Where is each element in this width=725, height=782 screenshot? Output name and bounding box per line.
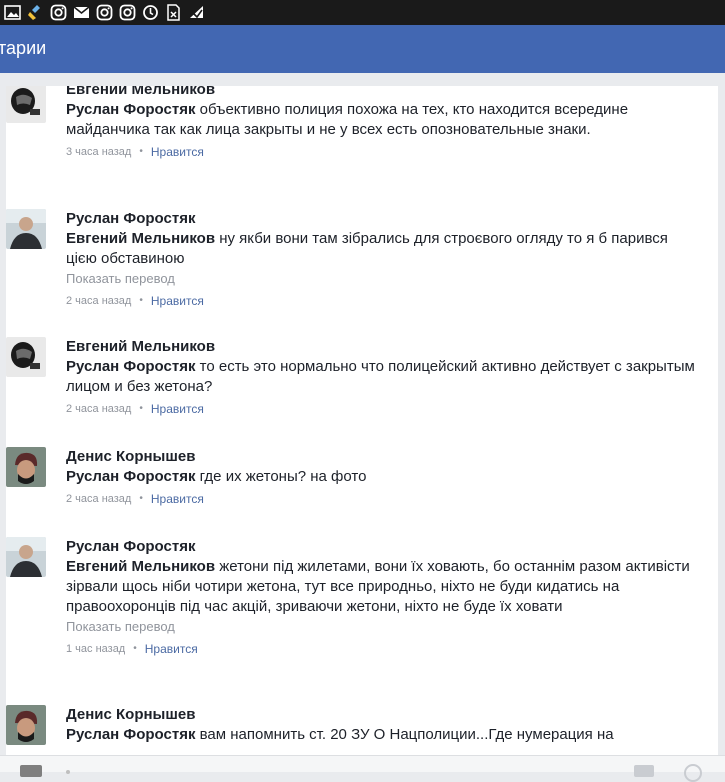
- avatar[interactable]: [6, 337, 46, 377]
- instagram-icon: [50, 4, 67, 21]
- comment-text: Евгений Мельников ну якби вони там зібра…: [66, 230, 668, 267]
- comment-text: Руслан Форостяк то есть это нормально чт…: [66, 358, 695, 395]
- like-button[interactable]: Нравится: [151, 292, 204, 310]
- like-button[interactable]: Нравится: [151, 143, 204, 161]
- comment-author[interactable]: Руслан Форостяк: [66, 209, 696, 229]
- gallery-icon: [4, 4, 21, 21]
- comment-item: Денис Корнышев Руслан Форостяк вам напом…: [6, 705, 696, 745]
- app-bar: тарии: [0, 25, 725, 73]
- avatar[interactable]: [6, 209, 46, 249]
- comment-meta: 2 часа назад • Нравится: [66, 292, 204, 310]
- comment-item: Руслан Форостяк Евгений Мельников жетони…: [6, 537, 696, 658]
- data-saver-icon: [188, 4, 205, 21]
- comment-meta: 1 час назад • Нравится: [66, 640, 198, 658]
- comments-list[interactable]: Евгении Мельников Руслан Форостяк объект…: [6, 86, 718, 756]
- like-button[interactable]: Нравится: [145, 640, 198, 658]
- page-title: тарии: [0, 37, 47, 58]
- sync-icon: [142, 4, 159, 21]
- instagram-icon: [96, 4, 113, 21]
- instagram-icon: [119, 4, 136, 21]
- show-translation-link[interactable]: Показать перевод: [66, 269, 696, 289]
- comment-item: Денис Корнышев Руслан Форостяк где их же…: [6, 447, 696, 508]
- comment-mention[interactable]: Евгений Мельников: [66, 558, 215, 575]
- gmail-icon: [73, 4, 90, 21]
- comment-author[interactable]: Денис Корнышев: [66, 705, 696, 725]
- avatar[interactable]: [6, 537, 46, 577]
- comment-text: Руслан Форостяк где их жетоны? на фото: [66, 468, 367, 485]
- comment-item: Евгений Мельников Руслан Форостяк то ест…: [6, 337, 696, 418]
- camera-icon[interactable]: [20, 765, 42, 777]
- comment-text: Руслан Форостяк вам напомнить ст. 20 ЗУ …: [66, 726, 614, 743]
- comment-mention[interactable]: Руслан Форостяк: [66, 726, 195, 743]
- comment-composer-bar: [0, 755, 725, 782]
- comment-author[interactable]: Евгений Мельников: [66, 337, 696, 357]
- comment-time: 3 часа назад: [66, 146, 132, 158]
- comment-text: Евгений Мельников жетони під жилетами, в…: [66, 558, 690, 615]
- comment-author[interactable]: Денис Корнышев: [66, 447, 696, 467]
- comment-meta: 2 часа назад • Нравится: [66, 490, 204, 508]
- avatar[interactable]: [6, 86, 46, 123]
- comment-item: Руслан Форостяк Евгений Мельников ну якб…: [6, 209, 696, 310]
- show-translation-link[interactable]: Показать перевод: [66, 617, 696, 637]
- comment-mention[interactable]: Руслан Форостяк: [66, 468, 195, 485]
- status-bar: [0, 0, 725, 25]
- comment-text: Руслан Форостяк объективно полиция похож…: [66, 101, 629, 138]
- avatar[interactable]: [6, 705, 46, 745]
- comment-time: 1 час назад: [66, 643, 126, 655]
- comment-author[interactable]: Руслан Форостяк: [66, 537, 696, 557]
- comment-mention[interactable]: Руслан Форостяк: [66, 358, 195, 375]
- cleaner-icon: [27, 4, 44, 21]
- comment-meta: 3 часа назад • Нравится: [66, 143, 204, 161]
- avatar[interactable]: [6, 447, 46, 487]
- comment-time: 2 часа назад: [66, 493, 132, 505]
- comment-time: 2 часа назад: [66, 403, 132, 415]
- like-button[interactable]: Нравится: [151, 400, 204, 418]
- comment-author[interactable]: Евгении Мельников: [66, 86, 696, 100]
- comment-mention[interactable]: Руслан Форостяк: [66, 101, 195, 118]
- like-button[interactable]: Нравится: [151, 490, 204, 508]
- sticker-icon[interactable]: [634, 765, 654, 777]
- no-sim-icon: [165, 4, 182, 21]
- comment-meta: 2 часа назад • Нравится: [66, 400, 204, 418]
- comment-item: Евгении Мельников Руслан Форостяк объект…: [6, 86, 696, 161]
- comment-mention[interactable]: Евгений Мельников: [66, 230, 215, 247]
- comment-time: 2 часа назад: [66, 295, 132, 307]
- emoji-icon[interactable]: [684, 764, 702, 782]
